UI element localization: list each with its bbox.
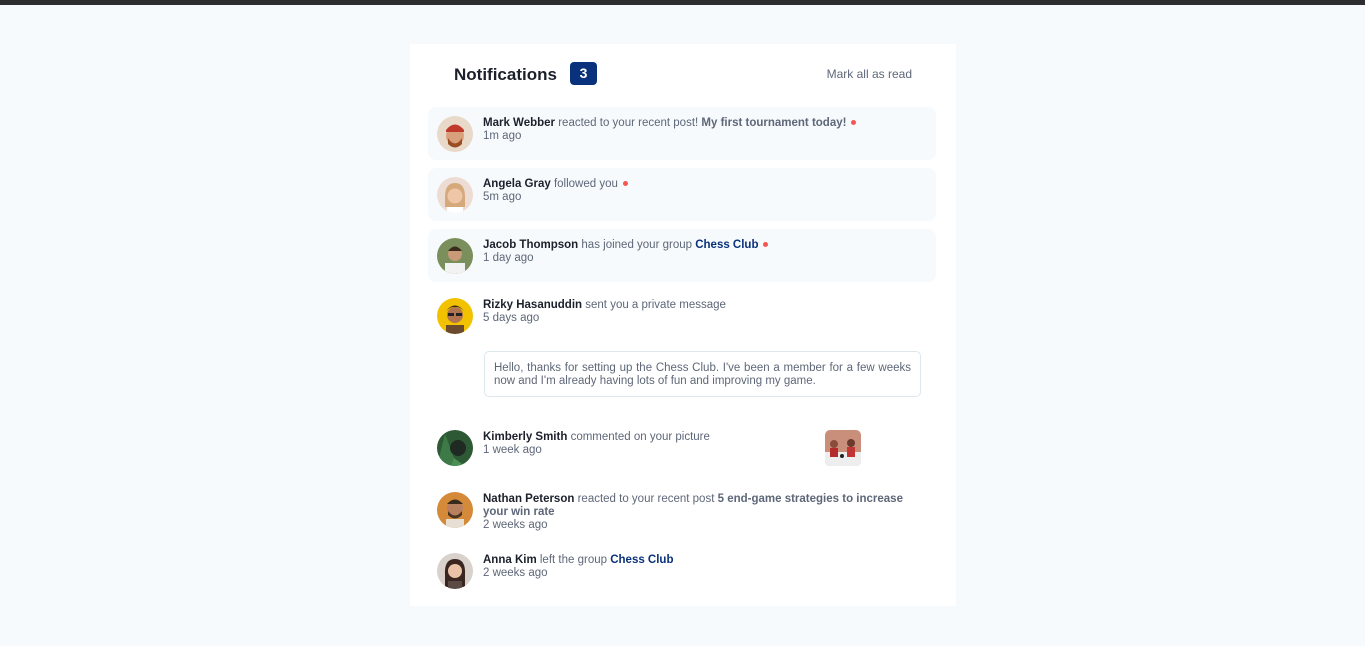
notification-item[interactable]: Jacob Thompson has joined your group Che… <box>428 229 936 282</box>
notification-item[interactable]: Angela Gray followed you 5m ago <box>428 168 936 221</box>
notification-text: Angela Gray followed you 5m ago <box>483 178 923 204</box>
notification-item[interactable]: Mark Webber reacted to your recent post!… <box>428 107 936 160</box>
user-name[interactable]: Mark Webber <box>483 117 555 129</box>
user-name[interactable]: Anna Kim <box>483 554 537 566</box>
notification-time: 2 weeks ago <box>483 519 548 531</box>
notification-time: 5m ago <box>483 191 522 203</box>
notification-text: Nathan Peterson reacted to your recent p… <box>483 493 923 532</box>
avatar-kimberly-smith[interactable] <box>437 430 473 466</box>
notification-action: commented on your picture <box>570 431 710 443</box>
user-name[interactable]: Angela Gray <box>483 178 551 190</box>
avatar-jacob-thompson[interactable] <box>437 238 473 274</box>
private-message[interactable]: Hello, thanks for setting up the Chess C… <box>484 351 921 397</box>
avatar-nathan-peterson[interactable] <box>437 492 473 528</box>
unread-dot <box>763 242 769 248</box>
user-name[interactable]: Nathan Peterson <box>483 493 574 505</box>
notification-item[interactable]: Nathan Peterson reacted to your recent p… <box>428 483 936 543</box>
group-link[interactable]: Chess Club <box>695 239 758 251</box>
mark-all-read-button[interactable]: Mark all as read <box>827 67 912 81</box>
unread-dot <box>851 120 857 126</box>
notification-action: left the group <box>539 554 608 566</box>
unread-count-badge: 3 <box>570 62 597 85</box>
notification-text: Anna Kim left the group Chess Club 2 wee… <box>483 554 923 580</box>
user-name[interactable]: Kimberly Smith <box>483 431 567 443</box>
unread-dot <box>622 181 628 187</box>
top-bar <box>0 0 1365 5</box>
notification-time: 1 day ago <box>483 252 534 264</box>
notification-time: 1m ago <box>483 130 522 142</box>
notification-action: followed you <box>553 178 618 190</box>
notification-action: reacted to your recent post <box>577 493 715 505</box>
notifications-card: Notifications 3 Mark all as read Mark We… <box>410 44 956 606</box>
notifications-header: Notifications 3 Mark all as read <box>410 44 956 104</box>
avatar-anna-kim[interactable] <box>437 553 473 589</box>
user-name[interactable]: Rizky Hasanuddin <box>483 299 582 311</box>
notification-time: 5 days ago <box>483 312 540 324</box>
group-link[interactable]: Chess Club <box>610 554 673 566</box>
user-name[interactable]: Jacob Thompson <box>483 239 578 251</box>
avatar-mark-webber[interactable] <box>437 116 473 152</box>
notification-item[interactable]: Anna Kim left the group Chess Club 2 wee… <box>428 544 936 597</box>
notification-time: 2 weeks ago <box>483 567 548 579</box>
notification-action: reacted to your recent post! <box>558 117 699 129</box>
page-title: Notifications <box>454 65 557 84</box>
notification-item[interactable]: Rizky Hasanuddin sent you a private mess… <box>428 289 936 342</box>
notification-action: sent you a private message <box>585 299 726 311</box>
notification-action: has joined your group <box>581 239 693 251</box>
avatar-angela-gray[interactable] <box>437 177 473 213</box>
notification-text: Rizky Hasanuddin sent you a private mess… <box>483 299 923 325</box>
avatar-rizky-hasanuddin[interactable] <box>437 298 473 334</box>
commented-picture-thumbnail[interactable] <box>825 430 861 466</box>
notification-text: Jacob Thompson has joined your group Che… <box>483 239 923 265</box>
notification-text: Mark Webber reacted to your recent post!… <box>483 117 923 143</box>
post-link[interactable]: My first tournament today! <box>701 117 846 129</box>
